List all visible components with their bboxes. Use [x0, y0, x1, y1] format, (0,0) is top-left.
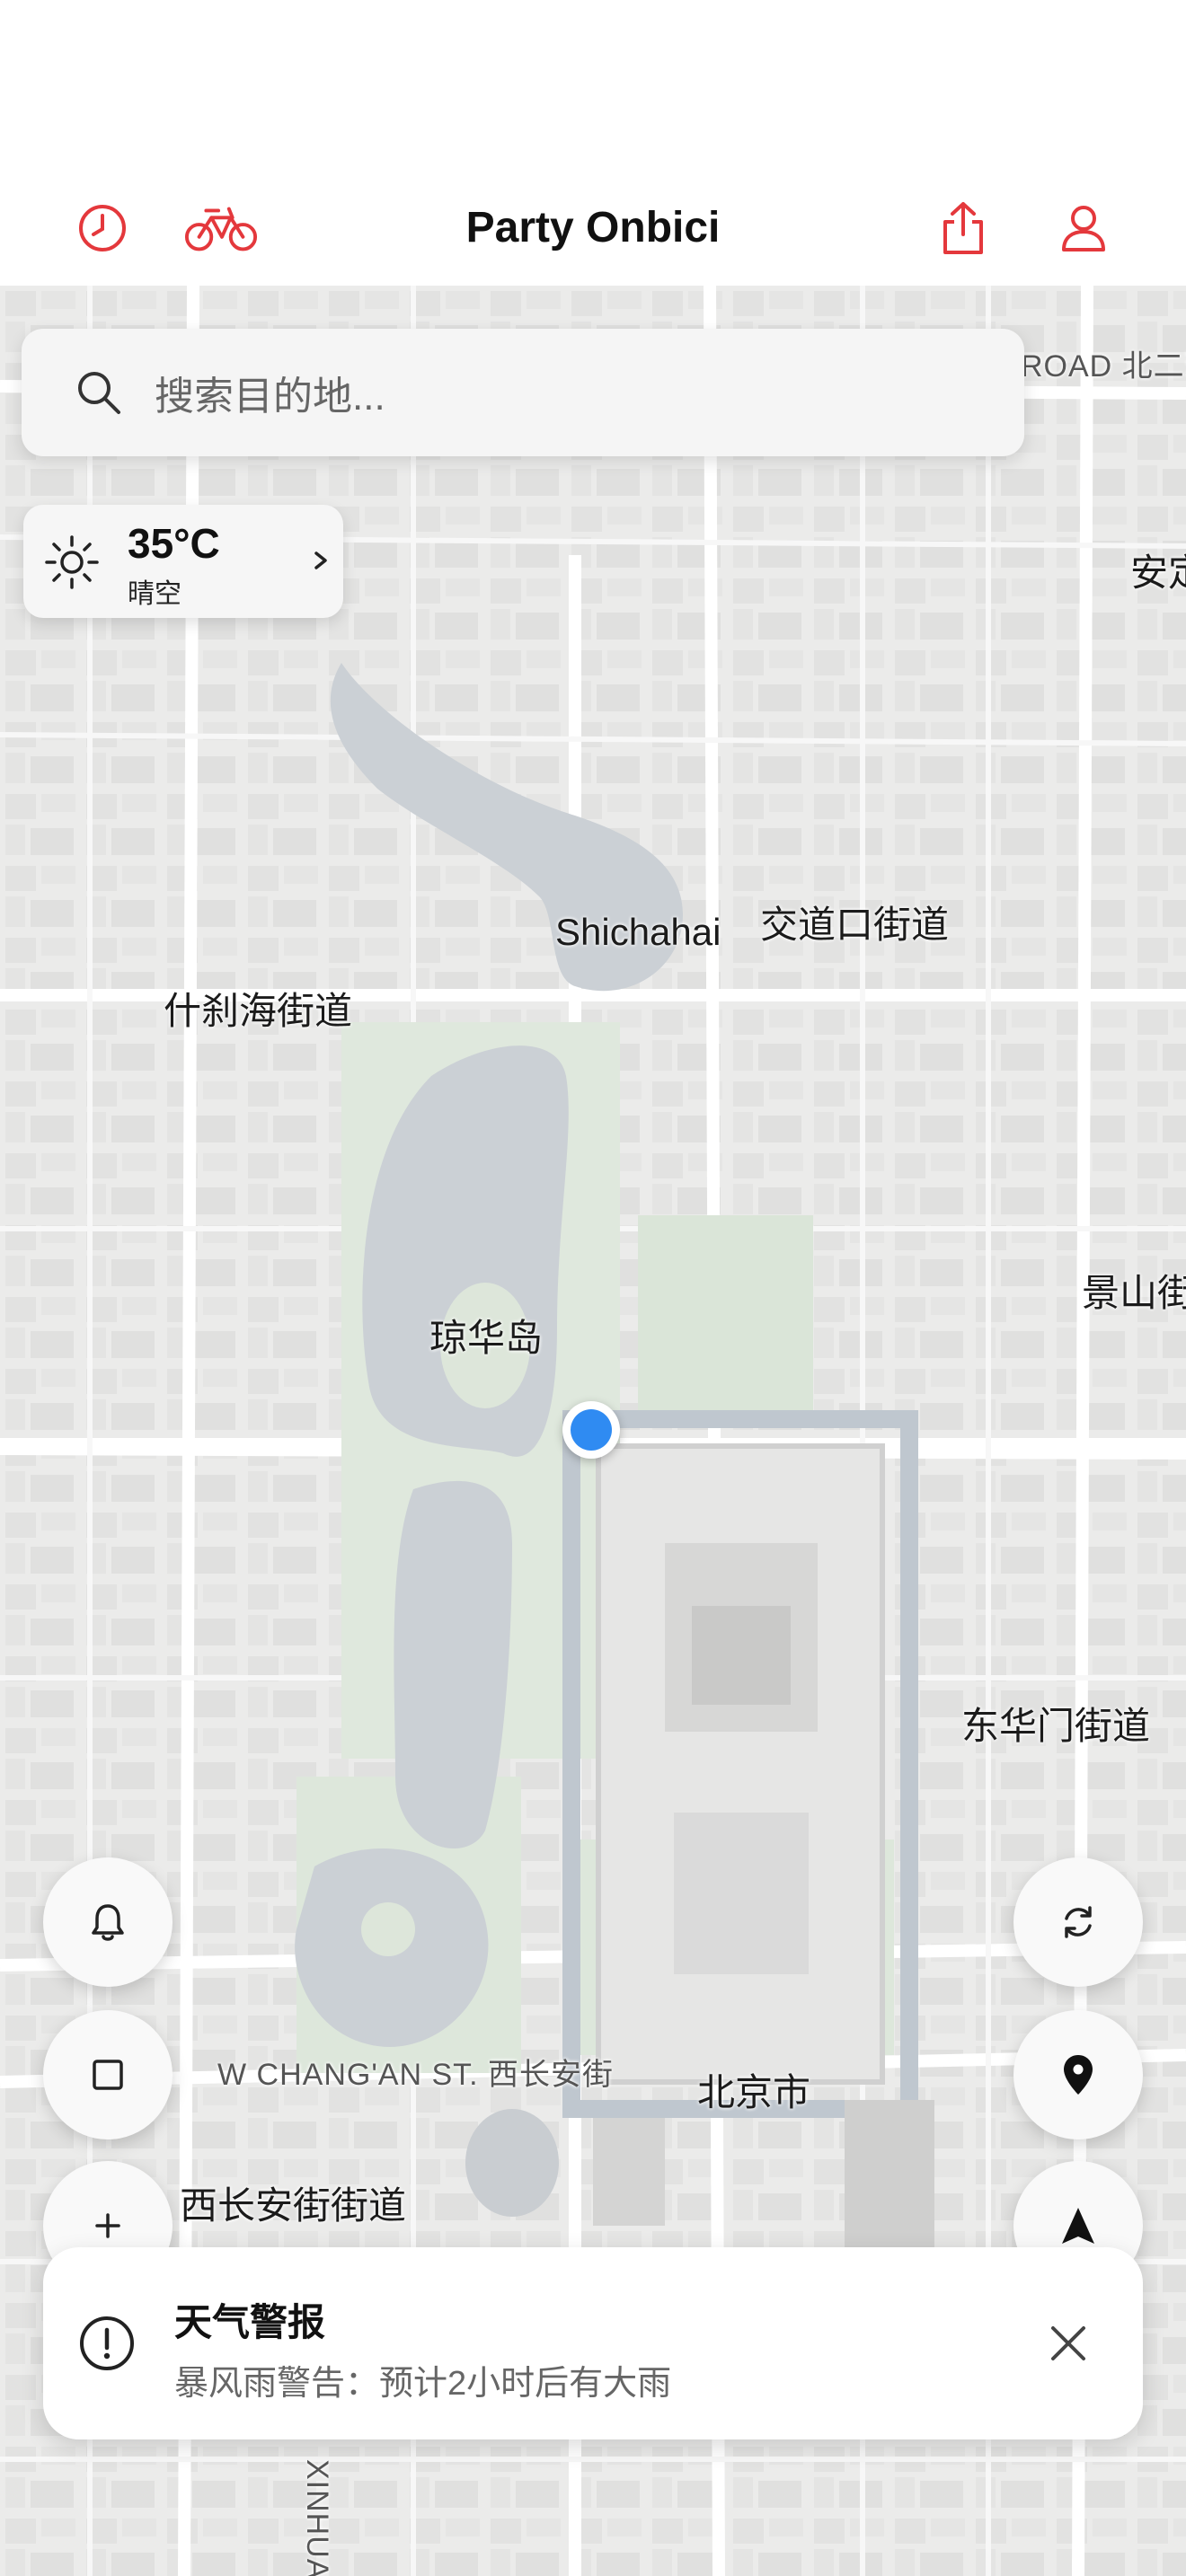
- alert-message: 暴风雨警告：预计2小时后有大雨: [174, 2365, 672, 2403]
- close-icon[interactable]: [1044, 2319, 1093, 2368]
- map-label-jiaodaokou: 交道口街道: [760, 904, 950, 946]
- notifications-button[interactable]: [43, 1857, 173, 1987]
- map-label-xichanganjie: 西长安街街道: [180, 2184, 407, 2227]
- map-label-qionghuadao: 琼华岛: [429, 1317, 544, 1359]
- sun-icon: [45, 535, 99, 589]
- profile-button[interactable]: [1051, 196, 1116, 260]
- chevron-right-icon: [314, 551, 327, 569]
- map-label-beijing: 北京市: [697, 2071, 811, 2113]
- search-input[interactable]: 搜索目的地...: [155, 364, 385, 421]
- share-button[interactable]: [931, 196, 996, 260]
- weather-temperature: 35°C: [128, 520, 220, 567]
- plus-icon: [95, 2213, 120, 2238]
- map-label-donghuamen: 东华门街道: [961, 1705, 1151, 1747]
- alert-title: 天气警报: [174, 2301, 326, 2343]
- search-icon: [78, 372, 120, 414]
- refresh-icon: [1065, 1906, 1092, 1938]
- map-label-jingshan: 景山街: [1082, 1272, 1186, 1314]
- map-label-anding: 安定: [1130, 551, 1186, 594]
- app-title: Party Onbici: [465, 204, 721, 251]
- location-button[interactable]: [1013, 2010, 1143, 2139]
- map-label-shichahai-street: 什刹海街道: [164, 990, 353, 1032]
- square-icon: [93, 2060, 123, 2090]
- refresh-button[interactable]: [1013, 1857, 1143, 1987]
- map-label-changan-street: W CHANG'AN ST. 西长安街: [217, 2058, 615, 2092]
- map-label-ring-road: ROAD 北二环: [1021, 349, 1186, 384]
- user-location-marker: [562, 1401, 620, 1459]
- profile-icon: [1062, 206, 1105, 251]
- location-pin-icon: [1064, 2055, 1093, 2095]
- weather-condition: 晴空: [128, 579, 181, 609]
- weather-widget[interactable]: 35°C 晴空: [23, 505, 343, 618]
- share-icon: [943, 202, 983, 254]
- alert-circle-icon: [80, 2316, 134, 2370]
- bell-icon: [92, 1904, 124, 1941]
- navigation-arrow-icon: [1062, 2208, 1094, 2244]
- search-bar[interactable]: 搜索目的地...: [22, 329, 1024, 456]
- layers-button[interactable]: [43, 2010, 173, 2139]
- map-label-shichahai: Shichahai: [555, 911, 721, 953]
- map-label-xinhua: XINHUA S: [300, 2459, 334, 2576]
- navigation-bar: Party Onbici: [0, 171, 1186, 286]
- top-bar: Party Onbici: [0, 0, 1186, 286]
- weather-alert-banner[interactable]: 天气警报 暴风雨警告：预计2小时后有大雨: [43, 2247, 1143, 2439]
